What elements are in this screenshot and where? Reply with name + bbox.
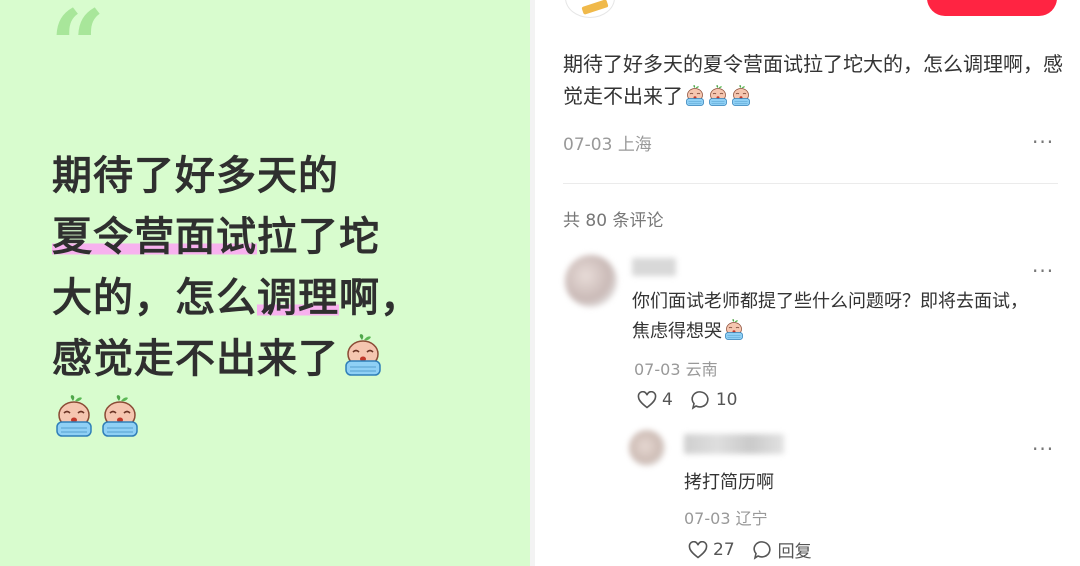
card-headline: 期待了好多天的 夏令营面试拉了坨 大的，怎么调理啊， 感觉走不出来了 [52,146,472,451]
crying-face-emoji-icon [723,319,745,341]
heart-icon [637,391,657,409]
card-line-2: 夏令营面试拉了坨 [52,207,472,268]
post-meta: 07-03 上海 [563,130,652,155]
crying-face-emoji-icon [98,395,142,439]
comment-more-icon[interactable]: ··· [1032,259,1054,283]
card-line-1: 期待了好多天的 [52,146,472,207]
card-line-3: 大的，怎么调理啊， [52,268,472,329]
divider [563,183,1058,184]
card-line-text: 拉了坨 [257,214,380,260]
note-detail-panel: 期待了好多天的夏令营面试拉了坨大的，怎么调理啊，感觉走不出来了 07-03 上海… [535,0,1080,566]
crying-face-emoji-icon [52,395,96,439]
comment-location: 云南 [685,360,718,379]
comment-count: 共 80 条评论 [563,211,664,231]
reply-actions: 27 回复 [688,537,830,562]
post-body: 期待了好多天的夏令营面试拉了坨大的，怎么调理啊，感觉走不出来了 [563,48,1063,112]
reply-text: 拷打简历啊 [684,472,774,493]
heart-icon [688,540,708,559]
replier-avatar[interactable] [629,430,665,466]
comment-text: 你们面试老师都提了些什么问题呀？即将去面试，焦虑得想哭 [632,287,1042,347]
card-highlight-text: 夏令营面试 [52,214,257,260]
comment-date: 07-03 [634,360,681,379]
reply-location: 辽宁 [735,509,768,528]
card-line-5 [52,390,472,451]
reply-date: 07-03 [684,509,731,528]
post-location: 上海 [617,135,652,155]
crying-face-emoji-icon [684,85,706,107]
quote-mark-icon: “ [50,0,106,102]
reply-more-icon[interactable]: ··· [1032,437,1054,461]
reply-button-label: 回复 [777,542,812,562]
chat-bubble-icon [753,540,771,560]
post-text: 期待了好多天的夏令营面试拉了坨大的，怎么调理啊，感觉走不出来了 [563,52,1063,108]
pencil-icon [581,0,609,15]
commenter-avatar[interactable] [565,255,617,307]
comment-text-content: 你们面试老师都提了些什么问题呀？即将去面试，焦虑得想哭 [632,291,1028,342]
reply-like-button[interactable]: 27 [688,540,735,560]
crying-face-emoji-icon [341,334,385,378]
card-line-text: 啊， [339,275,421,321]
reply-reply-button[interactable]: 回复 [753,537,812,562]
card-line-text: 感觉走不出来了 [52,336,339,382]
comment-like-count: 4 [662,390,673,410]
card-highlight-text: 调理 [257,275,339,321]
follow-button[interactable] [927,0,1057,16]
card-line-4: 感觉走不出来了 [52,329,472,390]
post-more-icon[interactable]: ··· [1032,130,1054,154]
comment-meta: 07-03 云南 [634,356,718,380]
comment-reply-count: 10 [715,390,738,410]
reply-meta: 07-03 辽宁 [684,505,768,529]
crying-face-emoji-icon [730,85,752,107]
commenter-name[interactable] [632,258,676,276]
card-line-text: 期待了好多天的 [52,153,339,199]
comment-like-button[interactable]: 4 [637,390,673,410]
crying-face-emoji-icon [707,85,729,107]
comment-reply-button[interactable]: 10 [691,390,738,410]
note-image-card[interactable]: “ 期待了好多天的 夏令营面试拉了坨 大的，怎么调理啊， 感觉走不出来了 [0,0,530,566]
author-avatar[interactable] [565,0,615,18]
card-line-text: 大的，怎么 [52,275,257,321]
replier-name[interactable] [684,434,784,454]
chat-bubble-icon [691,391,709,410]
comment-actions: 4 10 [637,390,755,410]
reply-like-count: 27 [713,539,735,560]
post-date: 07-03 [563,135,613,155]
